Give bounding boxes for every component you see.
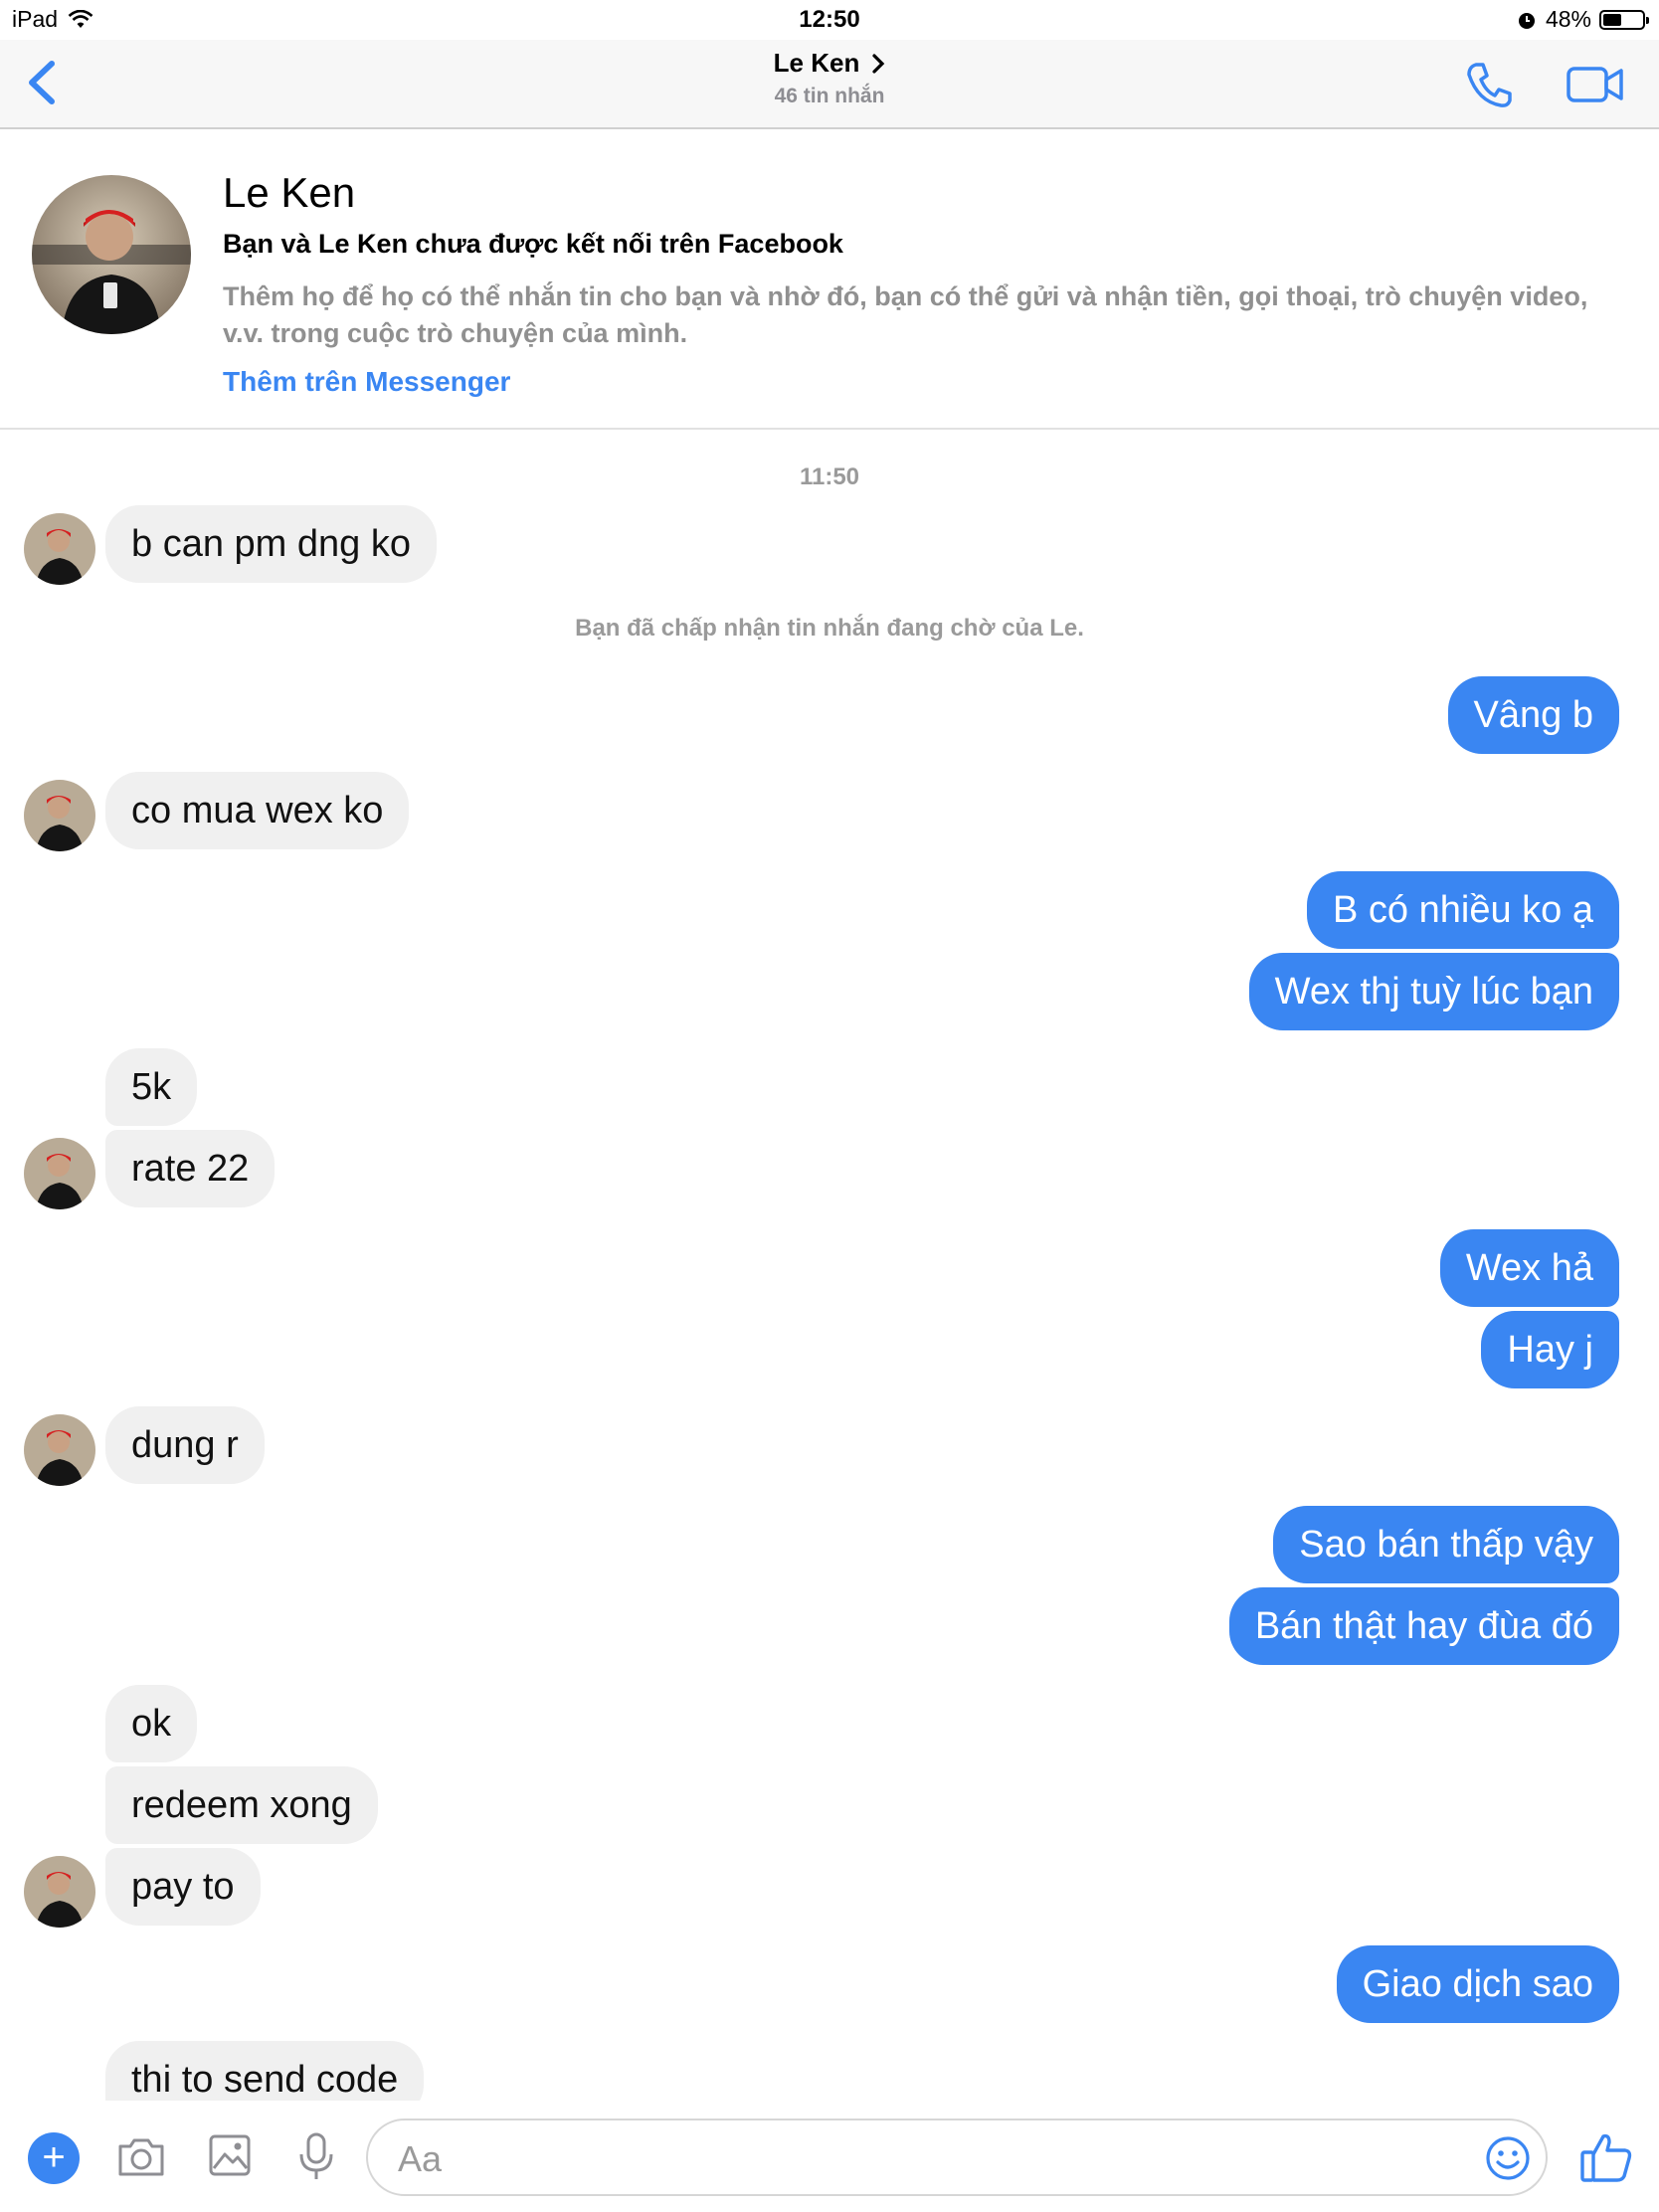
message-input[interactable]: Aa xyxy=(366,2119,1548,2196)
chevron-right-icon xyxy=(872,53,885,74)
message-bubble-outgoing[interactable]: Sao bán thấp vậy xyxy=(1273,1506,1619,1583)
message-input-placeholder: Aa xyxy=(398,2138,443,2179)
contact-avatar[interactable] xyxy=(24,780,95,851)
contact-avatar[interactable] xyxy=(24,1138,95,1209)
contact-avatar[interactable] xyxy=(24,1414,95,1486)
microphone-icon[interactable] xyxy=(294,2130,338,2182)
status-bar: iPad 12:50 48% xyxy=(0,0,1659,40)
message-bubble-incoming[interactable]: ok xyxy=(105,1685,198,1762)
connection-status: Bạn và Le Ken chưa được kết nối trên Fac… xyxy=(223,229,843,259)
message-bubble-incoming[interactable]: redeem xong xyxy=(105,1766,378,1844)
message-composer: + Aa xyxy=(0,2105,1659,2212)
timestamp: 11:50 xyxy=(799,463,860,490)
message-bubble-outgoing[interactable]: Giao dịch sao xyxy=(1336,1945,1619,2023)
thumbs-up-icon[interactable] xyxy=(1577,2128,1635,2186)
message-bubble-incoming[interactable]: thi to send code xyxy=(105,2041,425,2101)
video-camera-icon[interactable] xyxy=(1566,62,1625,107)
navigation-bar: Le Ken 46 tin nhắn xyxy=(0,40,1659,129)
message-bubble-outgoing[interactable]: Vâng b xyxy=(1447,676,1619,754)
message-count: 46 tin nhắn xyxy=(774,85,885,107)
message-thread[interactable]: 11:50 b can pm dng ko Bạn đã chấp nhận t… xyxy=(0,430,1659,2101)
message-bubble-incoming[interactable]: dung r xyxy=(105,1406,265,1484)
conversation-title[interactable]: Le Ken 46 tin nhắn xyxy=(0,48,1659,108)
message-bubble-outgoing[interactable]: Bán thật hay đùa đó xyxy=(1228,1587,1619,1665)
battery-icon xyxy=(1599,9,1649,30)
message-bubble-outgoing[interactable]: Wex hả xyxy=(1439,1229,1619,1307)
message-bubble-outgoing[interactable]: Wex thj tuỳ lúc bạn xyxy=(1248,953,1619,1030)
system-message: Bạn đã chấp nhận tin nhắn đang chờ của L… xyxy=(575,615,1084,642)
contact-name: Le Ken xyxy=(773,48,860,78)
contact-avatar[interactable] xyxy=(24,513,95,585)
camera-icon[interactable] xyxy=(115,2130,167,2182)
contact-avatar[interactable] xyxy=(24,1856,95,1928)
message-bubble-outgoing[interactable]: Hay j xyxy=(1481,1311,1619,1388)
image-gallery-icon[interactable] xyxy=(205,2130,255,2180)
add-on-messenger-link[interactable]: Thêm trên Messenger xyxy=(223,366,510,398)
alarm-icon xyxy=(1518,12,1535,29)
more-actions-button[interactable]: + xyxy=(28,2132,80,2184)
message-bubble-outgoing[interactable]: B có nhiều ko ạ xyxy=(1307,871,1619,949)
message-bubble-incoming[interactable]: rate 22 xyxy=(105,1130,276,1207)
avatar-photo xyxy=(32,175,191,334)
profile-description: Thêm họ để họ có thể nhắn tin cho bạn và… xyxy=(223,281,1588,348)
message-bubble-incoming[interactable]: pay to xyxy=(105,1848,261,1926)
profile-avatar[interactable] xyxy=(32,175,191,334)
emoji-icon[interactable] xyxy=(1484,2134,1532,2182)
message-bubble-incoming[interactable]: b can pm dng ko xyxy=(105,505,437,583)
profile-name: Le Ken xyxy=(223,169,356,216)
battery-percent: 48% xyxy=(1545,6,1591,32)
profile-card: Le Ken Bạn và Le Ken chưa được kết nối t… xyxy=(0,129,1659,430)
phone-icon[interactable] xyxy=(1464,60,1514,109)
message-bubble-incoming[interactable]: co mua wex ko xyxy=(105,772,410,849)
clock: 12:50 xyxy=(799,6,860,33)
message-bubble-incoming[interactable]: 5k xyxy=(105,1048,198,1126)
